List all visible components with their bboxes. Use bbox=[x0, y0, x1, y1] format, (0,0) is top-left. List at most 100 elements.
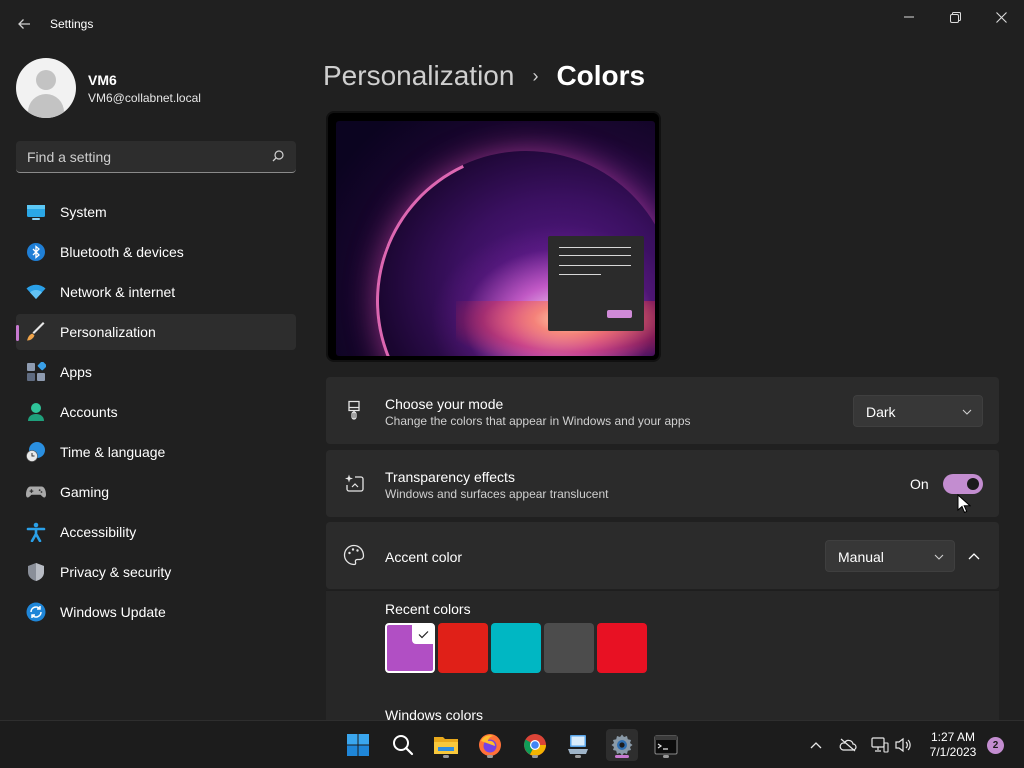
sidebar-item-label: Time & language bbox=[60, 444, 166, 460]
search-icon bbox=[393, 735, 414, 756]
color-swatch[interactable] bbox=[491, 623, 541, 673]
clock-date: 7/1/2023 bbox=[929, 745, 977, 759]
sidebar-item-label: Bluetooth & devices bbox=[60, 244, 184, 260]
show-hidden-icons-button[interactable] bbox=[806, 735, 826, 755]
sidebar-item-personalization[interactable]: Personalization bbox=[16, 314, 296, 350]
network-icon bbox=[871, 737, 889, 753]
recent-colors bbox=[385, 623, 650, 673]
remote-desktop-icon bbox=[568, 735, 588, 754]
taskbar-firefox[interactable] bbox=[474, 729, 506, 761]
chevron-up-icon bbox=[968, 553, 980, 560]
chrome-icon bbox=[524, 734, 546, 756]
notification-badge[interactable]: 2 bbox=[987, 737, 1004, 754]
terminal-icon bbox=[654, 735, 678, 755]
minimize-icon bbox=[904, 16, 914, 18]
taskbar-settings[interactable] bbox=[606, 729, 638, 761]
user-profile[interactable]: VM6 VM6@collabnet.local bbox=[16, 58, 296, 118]
breadcrumb-separator: › bbox=[532, 65, 539, 86]
back-button[interactable] bbox=[12, 12, 36, 36]
sidebar-item-label: Accounts bbox=[60, 404, 118, 420]
mode-subtitle: Change the colors that appear in Windows… bbox=[385, 414, 691, 428]
sidebar-item-label: Apps bbox=[60, 364, 92, 380]
sidebar-item-network[interactable]: Network & internet bbox=[16, 274, 296, 310]
sidebar-item-privacy-security[interactable]: Privacy & security bbox=[16, 554, 296, 590]
taskbar-remote-desktop[interactable] bbox=[562, 729, 594, 761]
onedrive-tray[interactable] bbox=[838, 735, 858, 755]
wifi-icon bbox=[26, 282, 46, 302]
chevron-up-icon bbox=[810, 742, 822, 749]
restore-button[interactable] bbox=[935, 6, 975, 28]
accent-dropdown[interactable]: Manual bbox=[825, 540, 955, 572]
back-arrow-icon bbox=[18, 19, 30, 29]
restore-icon bbox=[949, 11, 961, 23]
minimize-button[interactable] bbox=[889, 6, 929, 28]
apps-icon bbox=[26, 362, 46, 382]
transparency-card: Transparency effects Windows and surface… bbox=[326, 450, 999, 517]
sidebar-item-label: Windows Update bbox=[60, 604, 166, 620]
toggle-knob bbox=[967, 478, 979, 490]
sidebar-item-apps[interactable]: Apps bbox=[16, 354, 296, 390]
search-icon bbox=[272, 150, 284, 162]
mouse-cursor-icon bbox=[957, 494, 971, 514]
user-email: VM6@collabnet.local bbox=[88, 91, 201, 105]
sidebar-item-windows-update[interactable]: Windows Update bbox=[16, 594, 296, 630]
sidebar-item-label: Accessibility bbox=[60, 524, 137, 540]
color-swatch[interactable] bbox=[438, 623, 488, 673]
color-swatch[interactable] bbox=[385, 623, 435, 673]
taskbar-clock[interactable]: 1:27 AM 7/1/2023 bbox=[918, 730, 988, 760]
accounts-icon bbox=[26, 402, 46, 422]
sidebar-item-bluetooth[interactable]: Bluetooth & devices bbox=[16, 234, 296, 270]
color-swatch[interactable] bbox=[544, 623, 594, 673]
network-tray[interactable] bbox=[870, 735, 890, 755]
accent-color-card[interactable]: Accent color Manual bbox=[326, 522, 999, 589]
transparency-toggle[interactable] bbox=[943, 474, 983, 494]
transparency-state-label: On bbox=[910, 476, 929, 492]
collapse-button[interactable] bbox=[961, 544, 987, 570]
breadcrumb: Personalization › Colors bbox=[323, 58, 645, 94]
taskbar-file-explorer[interactable] bbox=[430, 729, 462, 761]
sidebar-item-accounts[interactable]: Accounts bbox=[16, 394, 296, 430]
volume-tray[interactable] bbox=[893, 735, 913, 755]
clock-time: 1:27 AM bbox=[930, 730, 976, 744]
title-bar: Settings bbox=[0, 0, 1024, 48]
mode-title: Choose your mode bbox=[385, 396, 504, 412]
mode-dropdown[interactable]: Dark bbox=[853, 395, 983, 427]
breadcrumb-parent[interactable]: Personalization bbox=[323, 60, 514, 92]
shield-icon bbox=[26, 562, 46, 582]
chevron-down-icon bbox=[934, 547, 944, 565]
sidebar-item-system[interactable]: System bbox=[16, 194, 296, 230]
search-placeholder: Find a setting bbox=[27, 149, 112, 165]
app-title: Settings bbox=[50, 17, 94, 31]
sidebar-item-label: Network & internet bbox=[60, 284, 176, 300]
windows-start-button[interactable] bbox=[342, 729, 374, 761]
taskbar-terminal[interactable] bbox=[650, 729, 682, 761]
close-icon bbox=[995, 11, 1007, 23]
page-title: Colors bbox=[556, 60, 646, 91]
sparkle-window-icon bbox=[343, 472, 365, 494]
sidebar-item-label: Gaming bbox=[60, 484, 110, 500]
accent-title: Accent color bbox=[385, 549, 463, 565]
bluetooth-icon bbox=[26, 242, 46, 262]
file-explorer-icon bbox=[434, 737, 458, 754]
sidebar-item-accessibility[interactable]: Accessibility bbox=[16, 514, 296, 550]
sidebar-nav: System Bluetooth & devices Network & int… bbox=[16, 194, 296, 634]
sidebar-item-label: Personalization bbox=[60, 324, 156, 340]
chevron-down-icon bbox=[962, 402, 972, 420]
close-button[interactable] bbox=[981, 6, 1021, 28]
brush-icon bbox=[26, 322, 46, 342]
paint-brush-icon bbox=[343, 399, 365, 421]
search-input[interactable]: Find a setting bbox=[16, 141, 296, 173]
palette-icon bbox=[343, 544, 365, 566]
taskbar-chrome[interactable] bbox=[519, 729, 551, 761]
preview-accent-button bbox=[607, 310, 632, 318]
update-icon bbox=[26, 602, 46, 622]
sidebar-item-label: Privacy & security bbox=[60, 564, 172, 580]
color-swatch[interactable] bbox=[597, 623, 647, 673]
taskbar-search-button[interactable] bbox=[387, 729, 419, 761]
sidebar-item-label: System bbox=[60, 204, 107, 220]
sidebar-item-time-language[interactable]: Time & language bbox=[16, 434, 296, 470]
sidebar-item-gaming[interactable]: Gaming bbox=[16, 474, 296, 510]
preview-window bbox=[548, 236, 644, 331]
transparency-subtitle: Windows and surfaces appear translucent bbox=[385, 487, 609, 501]
avatar bbox=[16, 58, 76, 118]
